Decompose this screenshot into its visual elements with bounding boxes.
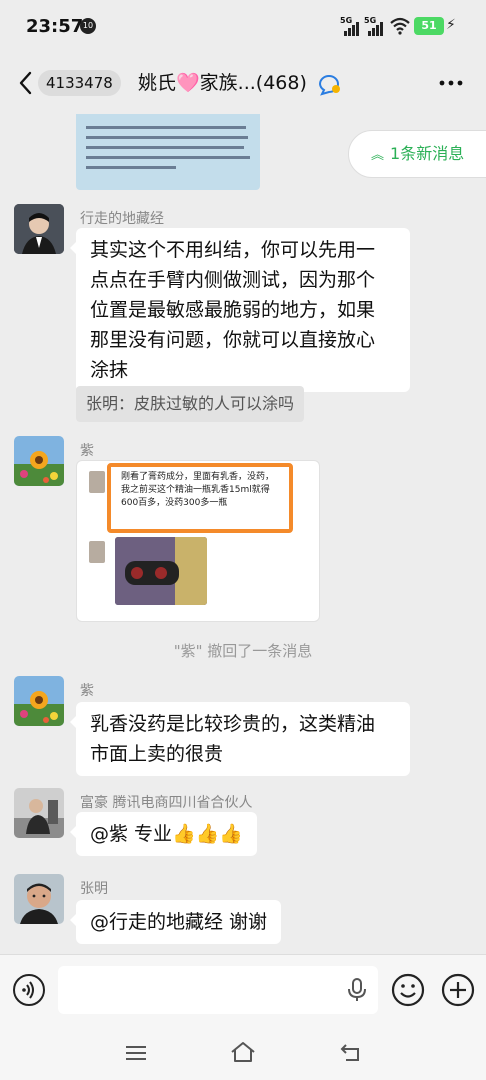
- avatar: [89, 471, 105, 493]
- back-arrow-icon[interactable]: [16, 70, 36, 96]
- unread-count-pill[interactable]: 4133478: [38, 70, 121, 96]
- battery-indicator: 51: [414, 17, 444, 35]
- message-bubble[interactable]: @紫 专业👍👍👍: [69, 812, 258, 856]
- status-bar: 23:57 10 5G 5G 51 ⚡: [0, 0, 486, 52]
- chat-header: 4133478 姚氏🩷家族...(468): [0, 52, 486, 114]
- input-bar: [0, 954, 486, 1024]
- voice-mode-icon[interactable]: [12, 973, 46, 1007]
- message-bubble[interactable]: 其实这个不用纠结，你可以先用一 点点在手臂内侧做测试，因为那个 位置是最敏感最脆…: [70, 228, 410, 392]
- screenshot-image-message[interactable]: 刚看了膏药成分，里面有乳香，没药，我之前买这个精油一瓶乳香15ml就得600百多…: [76, 460, 320, 622]
- avatar[interactable]: [14, 436, 64, 486]
- cellular-signal-icon: 5G: [340, 16, 362, 36]
- recent-apps-icon[interactable]: [124, 1044, 148, 1062]
- avatar[interactable]: [14, 788, 64, 838]
- add-attachment-icon[interactable]: [440, 972, 476, 1008]
- emoji-icon[interactable]: [390, 972, 426, 1008]
- highlighted-text-box: 刚看了膏药成分，里面有乳香，没药，我之前买这个精油一瓶乳香15ml就得600百多…: [107, 463, 293, 533]
- microphone-icon[interactable]: [346, 977, 368, 1003]
- message-bubble[interactable]: 乳香没药是比较珍贵的，这类精油 市面上卖的很贵: [70, 702, 410, 776]
- chat-title[interactable]: 姚氏🩷家族...(468): [138, 70, 307, 96]
- home-icon[interactable]: [230, 1040, 256, 1064]
- product-photo: [115, 537, 207, 605]
- system-back-icon[interactable]: [338, 1040, 364, 1064]
- recall-notice: "紫" 撤回了一条消息: [173, 642, 313, 660]
- sender-name: 紫: [80, 683, 94, 699]
- avatar: [89, 541, 105, 563]
- sender-name: 行走的地藏经: [80, 211, 164, 227]
- message-input[interactable]: [58, 966, 378, 1014]
- wifi-icon: [390, 17, 410, 35]
- avatar[interactable]: [14, 676, 64, 726]
- avatar[interactable]: [14, 874, 64, 924]
- message-bubble[interactable]: @行走的地藏经 谢谢: [69, 900, 282, 944]
- notification-badge: 10: [80, 18, 96, 34]
- chat-message-list[interactable]: ︽ 1条新消息 行走的地藏经 其实这个不用纠结，你可以先用一 点点在手臂内侧做测试…: [0, 114, 486, 954]
- clock: 23:57: [26, 16, 84, 37]
- quoted-reply[interactable]: 张明：皮肤过敏的人可以涂吗: [76, 386, 305, 422]
- avatar[interactable]: [14, 204, 64, 254]
- cellular-signal-icon-2: 5G: [364, 16, 386, 36]
- shared-image-message[interactable]: [76, 114, 260, 190]
- double-chevron-up-icon: ︽: [371, 148, 385, 163]
- more-options-icon[interactable]: [436, 70, 466, 96]
- group-chat-icon: [318, 75, 340, 96]
- system-navigation-bar: [0, 1024, 486, 1080]
- sender-name: 富豪 腾讯电商四川省合伙人: [80, 795, 253, 811]
- sender-name: 紫: [80, 443, 94, 459]
- new-messages-button[interactable]: ︽ 1条新消息: [348, 130, 486, 178]
- sender-name: 张明: [80, 881, 108, 897]
- charging-icon: ⚡: [446, 17, 456, 33]
